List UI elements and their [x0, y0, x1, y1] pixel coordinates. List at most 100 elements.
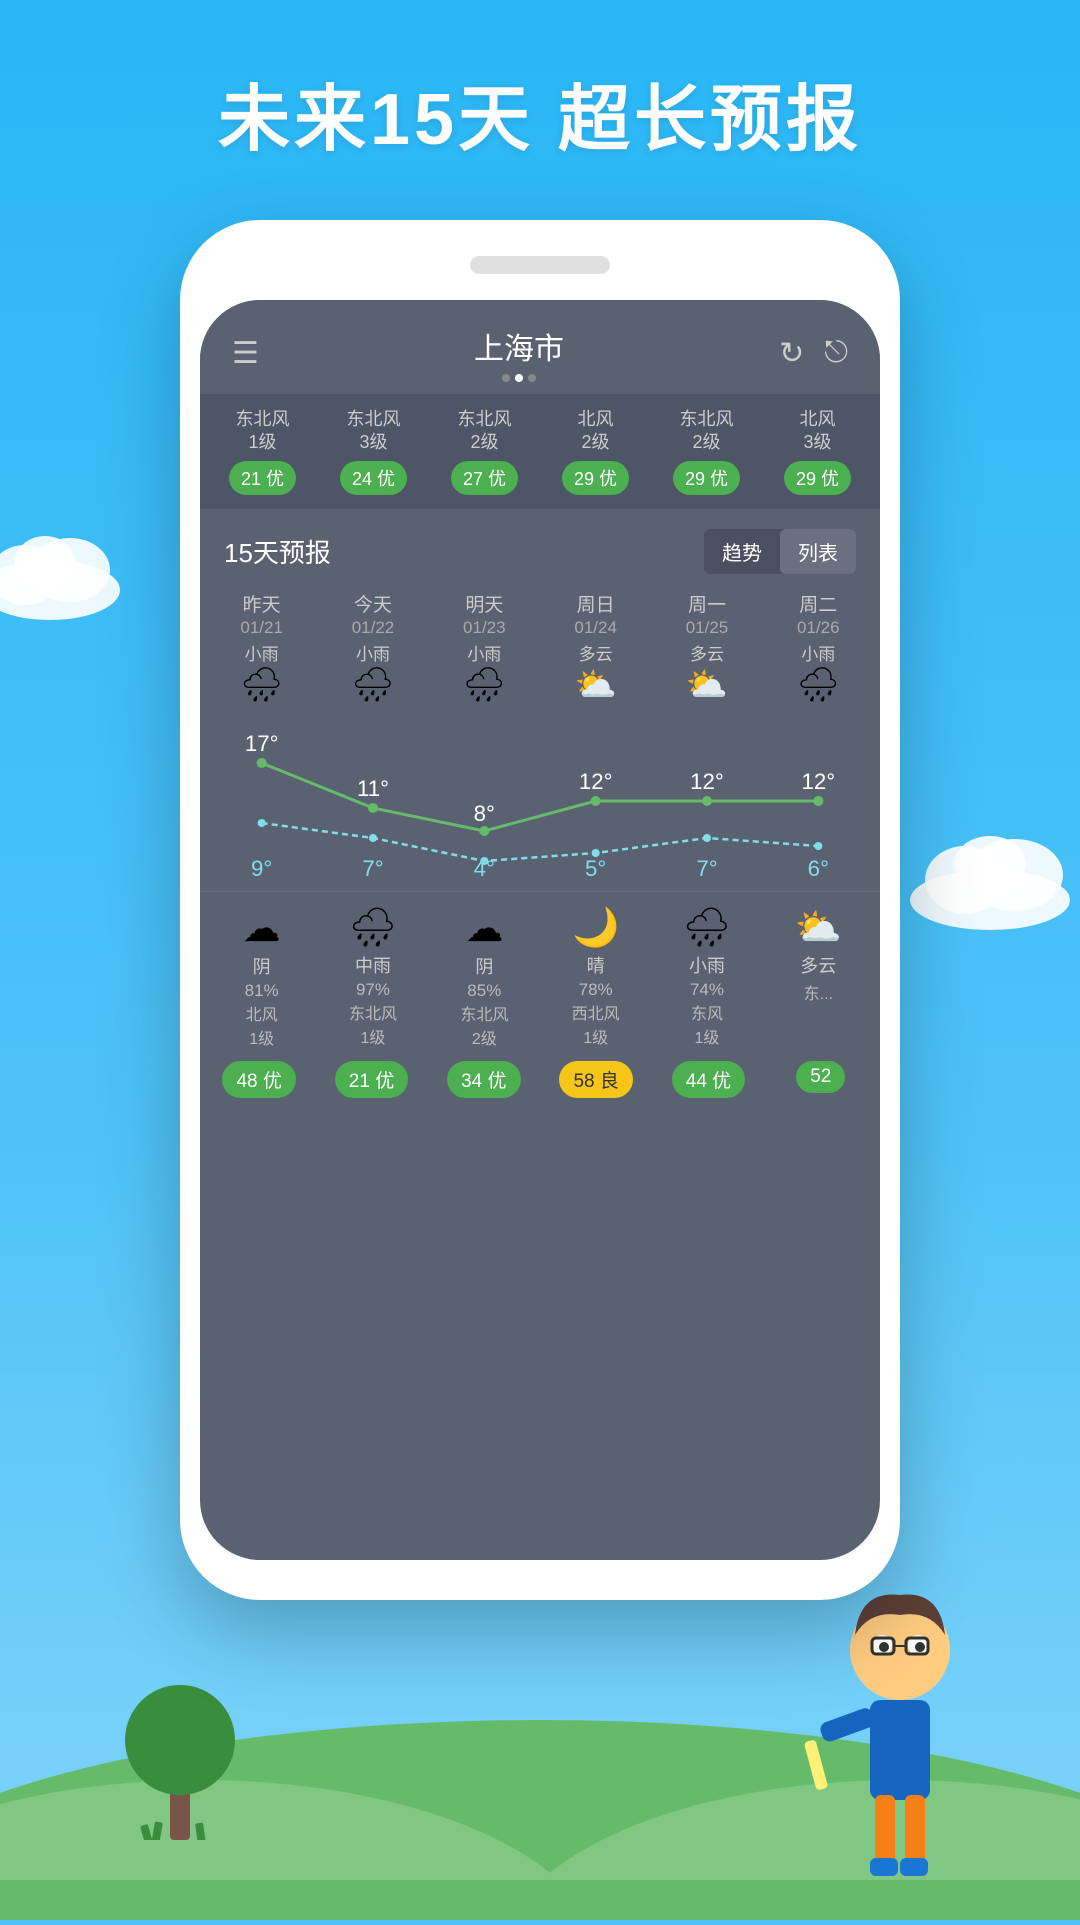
svg-text:5°: 5° — [585, 857, 606, 882]
city-info: 上海市 — [474, 324, 564, 382]
wind-1: 东北风1级 — [210, 408, 315, 455]
bottom-col-6: ⛅ 多云 东... — [763, 906, 874, 1048]
aqi-pill-2: 21 优 — [335, 1061, 408, 1098]
aqi-badge-5: 29 优 — [673, 461, 740, 495]
bottom-pct-4: 78% — [540, 980, 651, 1000]
tab-trend[interactable]: 趋势 — [704, 529, 780, 574]
bottom-col-1: ☁ 阴 81% 北风1级 — [206, 906, 317, 1048]
svg-text:9°: 9° — [251, 857, 272, 882]
day-date-1: 01/21 — [208, 618, 315, 638]
bottom-desc-5: 小雨 — [651, 954, 762, 979]
low-dot-6 — [814, 842, 822, 850]
svg-text:4°: 4° — [474, 857, 495, 882]
bottom-desc-6: 多云 — [763, 954, 874, 979]
city-name: 上海市 — [474, 324, 564, 368]
wind-3: 东北风2级 — [432, 408, 537, 455]
day-weather-6: 小雨 — [765, 640, 872, 665]
menu-icon[interactable]: ☰ — [232, 336, 259, 371]
app-header: ☰ 上海市 ↻ ⎋ — [200, 300, 880, 394]
day-col-1: 昨天 01/21 小雨 🌧 — [206, 588, 317, 712]
aqi-pill-3: 34 优 — [447, 1061, 520, 1098]
day-icon-3: 🌧 — [431, 665, 538, 705]
bottom-icon-4: 🌙 — [540, 906, 651, 950]
aqi-col-4: 北风2级 29 优 — [543, 408, 648, 495]
day-icon-6: 🌧 — [765, 665, 872, 705]
main-title: 未来15天 超长预报 — [0, 60, 1080, 165]
forecast-title: 15天预报 — [224, 533, 331, 570]
temperature-chart: 17° 11° 8° 12° 12° 12° 9° 7° 4° 5° 7° 6° — [200, 711, 880, 891]
svg-text:11°: 11° — [357, 777, 389, 802]
high-dot-1 — [257, 758, 267, 768]
day-label-2: 今天 — [319, 594, 426, 619]
day-weather-2: 小雨 — [319, 640, 426, 665]
high-temp-line — [262, 763, 819, 831]
day-col-4: 周日 01/24 多云 ⛅ — [540, 588, 651, 712]
bottom-aqi-row: 48 优 21 优 34 优 58 良 44 优 52 — [200, 1053, 880, 1112]
svg-text:12°: 12° — [801, 770, 835, 795]
svg-text:7°: 7° — [696, 857, 717, 882]
high-dot-3 — [479, 826, 489, 836]
day-col-6: 周二 01/26 小雨 🌧 — [763, 588, 874, 712]
svg-text:17°: 17° — [245, 732, 279, 757]
bottom-desc-2: 中雨 — [317, 954, 428, 979]
bottom-pct-2: 97% — [317, 980, 428, 1000]
wind-4: 北风2级 — [543, 408, 648, 455]
svg-text:6°: 6° — [808, 857, 829, 882]
aqi-pill-1: 48 优 — [222, 1061, 295, 1098]
bottom-wind-4: 西北风1级 — [540, 1000, 651, 1048]
bottom-col-5: 🌧 小雨 74% 东风1级 — [651, 906, 762, 1048]
tab-list[interactable]: 列表 — [780, 529, 856, 574]
tree-svg — [120, 1640, 240, 1840]
bottom-icon-5: 🌧 — [651, 906, 762, 950]
refresh-icon[interactable]: ↻ — [779, 336, 804, 371]
phone-mockup: ☰ 上海市 ↻ ⎋ 东北风1级 21 优 东北风3级 2 — [180, 220, 900, 1600]
svg-text:12°: 12° — [690, 770, 724, 795]
day-weather-4: 多云 — [542, 640, 649, 665]
bottom-aqi-3: 34 优 — [431, 1061, 537, 1098]
bottom-pct-5: 74% — [651, 980, 762, 1000]
temp-svg: 17° 11° 8° 12° 12° 12° 9° 7° 4° 5° 7° 6° — [206, 721, 874, 881]
character-svg — [800, 1560, 1000, 1880]
bottom-icon-6: ⛅ — [763, 906, 874, 950]
bottom-desc-1: 阴 — [206, 955, 317, 980]
aqi-badge-1: 21 优 — [229, 461, 296, 495]
forecast-tabs: 趋势 列表 — [704, 529, 856, 574]
high-dot-4 — [591, 796, 601, 806]
day-col-5: 周一 01/25 多云 ⛅ — [651, 588, 762, 712]
dot-3 — [528, 374, 536, 382]
low-dot-1 — [258, 819, 266, 827]
day-date-6: 01/26 — [765, 618, 872, 638]
bottom-wind-1: 北风1级 — [206, 1001, 317, 1049]
bottom-pct-1: 81% — [206, 981, 317, 1001]
bottom-wind-2: 东北风1级 — [317, 1000, 428, 1048]
day-label-1: 昨天 — [208, 594, 315, 619]
phone-screen: ☰ 上海市 ↻ ⎋ 东北风1级 21 优 东北风3级 2 — [200, 300, 880, 1560]
day-date-4: 01/24 — [542, 618, 649, 638]
bottom-icon-1: ☁ — [206, 906, 317, 951]
wind-5: 东北风2级 — [654, 408, 759, 455]
bottom-col-2: 🌧 中雨 97% 东北风1级 — [317, 906, 428, 1048]
bottom-icon-3: ☁ — [429, 906, 540, 951]
cloud-right — [900, 820, 1080, 935]
day-icon-4: ⛅ — [542, 665, 649, 705]
low-dot-2 — [369, 834, 377, 842]
aqi-badge-6: 29 优 — [784, 461, 851, 495]
day-label-6: 周二 — [765, 594, 872, 619]
page-dots — [474, 374, 564, 382]
aqi-badge-4: 29 优 — [562, 461, 629, 495]
day-icon-1: 🌧 — [208, 665, 315, 705]
bottom-icon-2: 🌧 — [317, 906, 428, 950]
day-date-5: 01/25 — [653, 618, 760, 638]
aqi-row: 东北风1级 21 优 东北风3级 24 优 东北风2级 27 优 北风2级 29… — [200, 394, 880, 509]
high-dot-6 — [813, 796, 823, 806]
share-icon[interactable]: ⎋ — [824, 336, 848, 371]
aqi-col-5: 东北风2级 29 优 — [654, 408, 759, 495]
day-label-3: 明天 — [431, 594, 538, 619]
aqi-col-6: 北风3级 29 优 — [765, 408, 870, 495]
dot-1 — [502, 374, 510, 382]
day-col-2: 今天 01/22 小雨 🌧 — [317, 588, 428, 712]
aqi-pill-6: 52 — [796, 1061, 845, 1093]
svg-text:12°: 12° — [579, 770, 613, 795]
day-col-3: 明天 01/23 小雨 🌧 — [429, 588, 540, 712]
aqi-col-1: 东北风1级 21 优 — [210, 408, 315, 495]
